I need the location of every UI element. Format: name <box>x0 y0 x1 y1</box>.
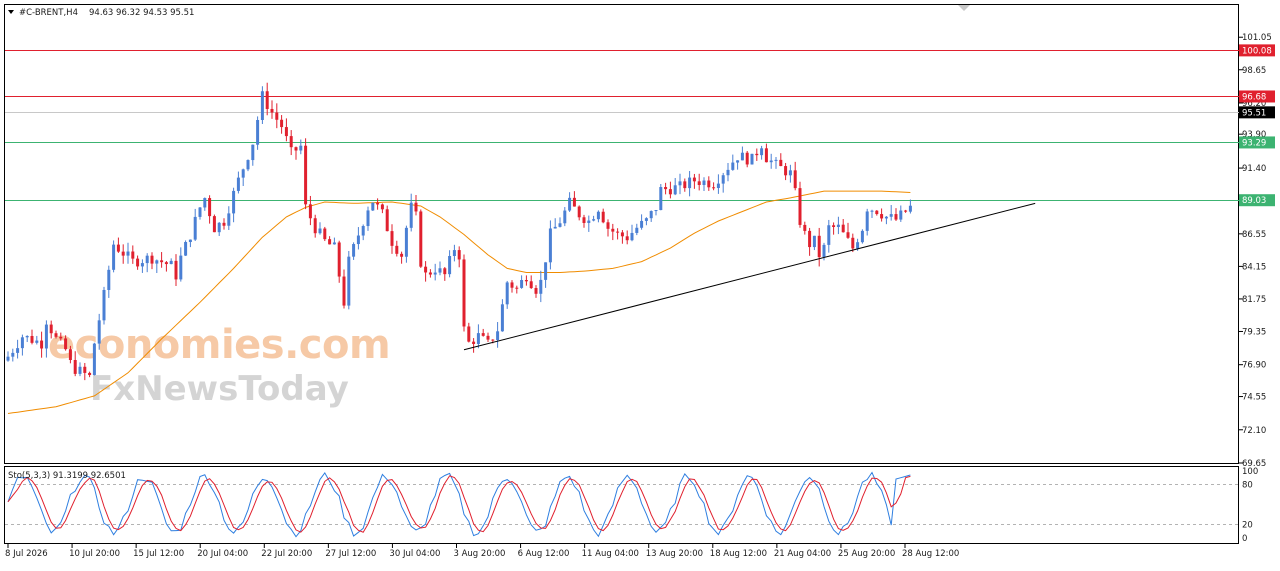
chart-canvas[interactable]: economies.com FxNewsToday 101.0598.6596.… <box>0 0 1280 567</box>
y-tick-label: 81.75 <box>1242 295 1266 305</box>
symbol-label: #C-BRENT,H4 <box>19 8 78 18</box>
oscillator-pane[interactable] <box>4 466 1239 544</box>
y-tick-label: 74.55 <box>1242 393 1266 403</box>
candle <box>304 138 308 210</box>
candle <box>462 254 466 332</box>
candle <box>112 240 116 273</box>
x-tick-label: 8 Jul 2026 <box>5 549 48 559</box>
candle <box>92 342 96 376</box>
oscillator-axis: 100 80 20 0 <box>1242 467 1258 544</box>
time-axis: 8 Jul 2026 10 Jul 20:00 15 Jul 12:00 20 Jul… <box>5 544 959 559</box>
x-tick-label: 21 Aug 04:00 <box>774 549 831 559</box>
candle <box>184 240 188 256</box>
price-tag: 95.51 <box>1239 106 1275 119</box>
price-tag: 93.29 <box>1239 136 1275 149</box>
price-tag: 96.68 <box>1239 90 1275 103</box>
osc-tick-label: 80 <box>1242 480 1253 490</box>
candle <box>860 229 864 244</box>
price-tag-label: 89.03 <box>1242 196 1266 206</box>
price-tag-label: 93.29 <box>1242 138 1266 148</box>
y-tick-label: 98.65 <box>1242 66 1266 76</box>
y-tick-label: 91.40 <box>1242 164 1266 174</box>
candle <box>347 250 351 310</box>
chart-window: economies.com FxNewsToday 101.05 98.65 96.… <box>0 0 1280 567</box>
watermark-line2: FxNewsToday <box>90 369 349 409</box>
x-tick-label: 10 Jul 20:00 <box>69 549 120 559</box>
candle <box>659 183 663 211</box>
x-tick-label: 28 Aug 12:00 <box>902 549 959 559</box>
candle <box>260 86 264 124</box>
osc-tick-label: 100 <box>1242 467 1258 477</box>
x-tick-label: 11 Aug 04:00 <box>582 549 639 559</box>
price-tag-label: 95.51 <box>1242 108 1266 118</box>
x-tick-label: 27 Jul 12:00 <box>325 549 376 559</box>
x-tick-label: 20 Jul 04:00 <box>197 549 248 559</box>
candle <box>385 205 389 232</box>
x-tick-label: 15 Jul 12:00 <box>133 549 184 559</box>
osc-tick-label: 20 <box>1242 521 1253 531</box>
candle <box>102 286 106 325</box>
candle <box>323 226 327 242</box>
candle <box>212 214 216 233</box>
x-tick-label: 18 Aug 12:00 <box>710 549 767 559</box>
price-tag-label: 100.08 <box>1242 46 1272 56</box>
y-tick-label: 84.15 <box>1242 262 1266 272</box>
candle <box>750 153 754 165</box>
candle <box>419 209 423 268</box>
price-tag: 89.03 <box>1239 194 1275 207</box>
x-tick-label: 3 Aug 20:00 <box>454 549 506 559</box>
price-tag-label: 96.68 <box>1242 92 1266 102</box>
x-tick-label: 30 Jul 04:00 <box>389 549 440 559</box>
x-tick-label: 13 Aug 20:00 <box>646 549 703 559</box>
candle <box>371 202 375 212</box>
candle <box>798 181 802 228</box>
oscillator-label: Sto(5,3,3) 91.3199 92.6501 <box>8 471 126 481</box>
x-tick-label: 22 Jul 20:00 <box>261 549 312 559</box>
y-tick-label: 72.10 <box>1242 426 1266 436</box>
osc-tick-label: 0 <box>1242 534 1247 544</box>
y-tick-label: 101.05 <box>1242 33 1272 43</box>
y-tick-label: 86.55 <box>1242 230 1266 240</box>
x-tick-label: 25 Aug 20:00 <box>838 549 895 559</box>
y-tick-label: 76.90 <box>1242 361 1266 371</box>
x-tick-label: 6 Aug 12:00 <box>518 549 570 559</box>
ohlc-values: 94.63 96.32 94.53 95.51 <box>89 8 194 18</box>
candle <box>337 240 341 283</box>
y-tick-label: 79.35 <box>1242 327 1266 337</box>
price-tag: 100.08 <box>1239 44 1275 57</box>
